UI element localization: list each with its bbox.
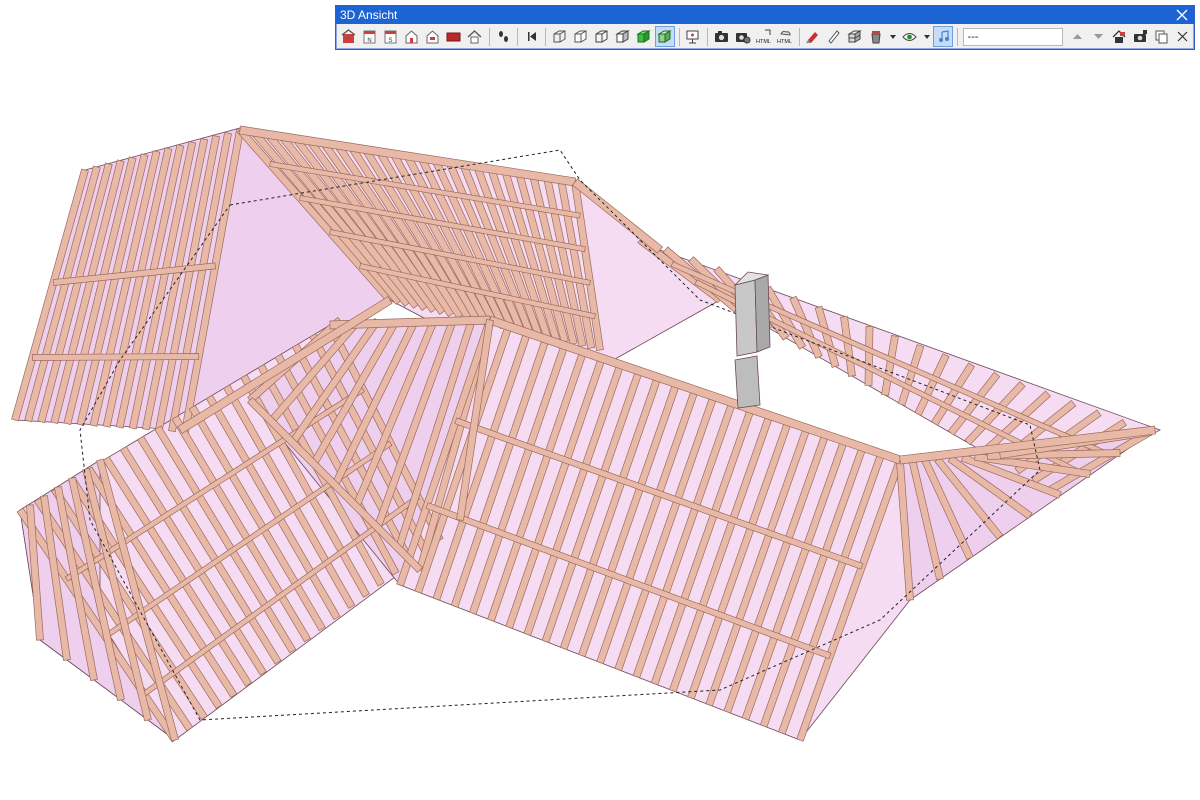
3d-view-toolbar-window[interactable]: 3D Ansicht N S HTML HTML --- bbox=[335, 5, 1195, 50]
svg-text:HTML: HTML bbox=[756, 39, 771, 45]
hidden-line-cube-icon[interactable] bbox=[570, 26, 590, 47]
chimney-front bbox=[734, 279, 758, 357]
roof-framing-model[interactable] bbox=[0, 0, 1200, 800]
close-small-icon[interactable] bbox=[1173, 26, 1193, 47]
copy-view-icon[interactable] bbox=[1152, 26, 1172, 47]
chimney-side bbox=[754, 274, 771, 353]
marker-icon[interactable] bbox=[803, 26, 823, 47]
view-house-outline-icon[interactable] bbox=[401, 26, 421, 47]
close-icon[interactable] bbox=[1174, 7, 1190, 23]
layers-cube-icon[interactable] bbox=[845, 26, 865, 47]
view-home-icon[interactable] bbox=[465, 26, 485, 47]
visibility-eye-icon[interactable] bbox=[900, 26, 920, 47]
html-export-icon[interactable]: HTML bbox=[753, 26, 773, 47]
svg-text:S: S bbox=[388, 38, 392, 44]
svg-text:HTML: HTML bbox=[777, 39, 792, 45]
outline-cube-icon[interactable] bbox=[591, 26, 611, 47]
music-note-icon[interactable] bbox=[933, 26, 954, 47]
arrow-down-icon[interactable] bbox=[1088, 26, 1108, 47]
view-house-outline-2-icon[interactable] bbox=[423, 26, 443, 47]
purlin bbox=[32, 353, 200, 361]
toolbar-separator bbox=[798, 27, 800, 46]
toolbar-title-bar[interactable]: 3D Ansicht bbox=[336, 6, 1194, 24]
chimney-lower bbox=[734, 355, 761, 409]
walk-footsteps-icon[interactable] bbox=[493, 26, 513, 47]
toolbar-separator bbox=[545, 27, 547, 46]
arrow-up-icon[interactable] bbox=[1067, 26, 1087, 47]
3d-viewport[interactable] bbox=[0, 0, 1200, 800]
wireframe-cube-icon[interactable] bbox=[549, 26, 569, 47]
pencil-icon[interactable] bbox=[824, 26, 844, 47]
view-south-icon[interactable]: S bbox=[380, 26, 400, 47]
saved-view-combo[interactable]: --- bbox=[963, 27, 1063, 46]
camera-save-icon[interactable] bbox=[1130, 26, 1150, 47]
dropdown-arrow-icon[interactable] bbox=[921, 26, 933, 47]
toolbar-separator bbox=[678, 27, 680, 46]
chimney bbox=[733, 271, 771, 409]
camera-icon[interactable] bbox=[711, 26, 731, 47]
material-bucket-icon[interactable] bbox=[866, 26, 886, 47]
home-save-icon[interactable] bbox=[1109, 26, 1129, 47]
dropdown-arrow-icon[interactable] bbox=[887, 26, 899, 47]
toolbar-separator bbox=[517, 27, 519, 46]
toolbar-separator bbox=[707, 27, 709, 46]
html-cloud-export-icon[interactable]: HTML bbox=[774, 26, 794, 47]
window-title: 3D Ansicht bbox=[340, 8, 398, 22]
presentation-icon[interactable] bbox=[683, 26, 703, 47]
svg-text:N: N bbox=[367, 38, 371, 44]
camera-settings-icon[interactable] bbox=[732, 26, 752, 47]
toolbar-separator bbox=[957, 27, 959, 46]
view-house-icon[interactable] bbox=[338, 26, 358, 47]
view-roof-red-icon[interactable] bbox=[444, 26, 464, 47]
toolbar-row: N S HTML HTML --- bbox=[336, 24, 1194, 49]
green-cube-icon[interactable] bbox=[634, 26, 654, 47]
shaded-cube-icon[interactable] bbox=[613, 26, 633, 47]
skip-back-icon[interactable] bbox=[521, 26, 541, 47]
rafter bbox=[864, 325, 874, 386]
textured-cube-icon[interactable] bbox=[654, 26, 675, 47]
view-north-icon[interactable]: N bbox=[359, 26, 379, 47]
toolbar-separator bbox=[488, 27, 490, 46]
